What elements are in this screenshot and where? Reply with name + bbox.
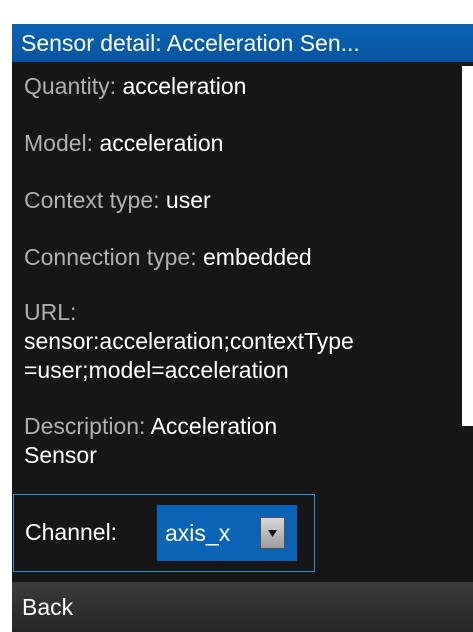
quantity-label: Quantity: [24,73,117,99]
url-row: URL: sensor:acceleration;contextType =us… [24,298,454,385]
page-title: Sensor detail: Acceleration Sen... [12,24,473,62]
model-label: Model: [24,130,94,156]
chevron-down-icon[interactable] [260,517,285,549]
back-button[interactable]: Back [22,582,73,632]
context-type-value: user [165,187,211,213]
description-row: Description: Acceleration Sensor [24,412,454,470]
channel-label: Channel: [25,519,118,545]
connection-type-row: Connection type: embedded [24,243,454,272]
context-type-row: Context type: user [24,186,454,215]
model-row: Model: acceleration [24,129,454,158]
scrollbar-thumb[interactable] [462,66,473,426]
url-value-line-1: sensor:acceleration;contextType [24,328,354,354]
url-label: URL: [24,299,77,325]
description-value-line-2: Sensor [24,442,97,468]
description-value-line-1: Acceleration [150,413,278,439]
quantity-value: acceleration [122,73,247,99]
connection-type-value: embedded [203,244,312,270]
connection-type-label: Connection type: [24,244,197,270]
sensor-detail-window: Sensor detail: Acceleration Sen... Quant… [12,24,473,632]
description-label: Description: [24,413,146,439]
quantity-row: Quantity: acceleration [24,72,454,101]
detail-content: Quantity: acceleration Model: accelerati… [12,62,473,582]
bottom-toolbar: Back [12,582,473,632]
channel-select[interactable]: axis_x [157,505,297,561]
chevron-down-icon-glyph [268,530,277,537]
url-value-line-2: =user;model=acceleration [24,357,289,383]
context-type-label: Context type: [24,187,160,213]
channel-field: Channel: axis_x [13,494,315,572]
model-value: acceleration [99,130,224,156]
screen: Sensor detail: Acceleration Sen... Quant… [0,0,473,632]
channel-select-value: axis_x [165,520,231,546]
